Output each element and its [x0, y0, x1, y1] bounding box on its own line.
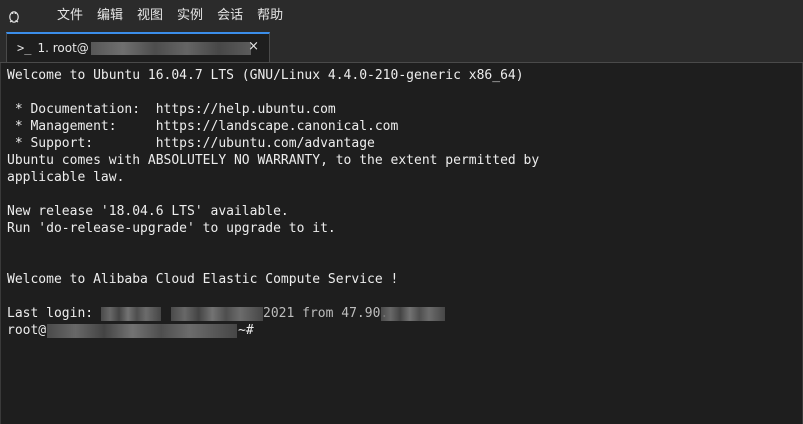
menu-session[interactable]: 会话 [210, 0, 250, 32]
close-icon[interactable]: × [248, 39, 259, 54]
menu-view[interactable]: 视图 [130, 0, 170, 32]
last-login-partial: 2021 from 47.90. [263, 306, 389, 321]
tux-icon[interactable] [0, 0, 28, 32]
redacted-ip [381, 307, 445, 321]
terminal-line: Welcome to Alibaba Cloud Elastic Compute… [7, 272, 399, 287]
terminal-line: * Documentation: https://help.ubuntu.com [7, 102, 336, 117]
menu-instance[interactable]: 实例 [170, 0, 210, 32]
redacted-date [101, 307, 161, 321]
menu-file[interactable]: 文件 [50, 0, 90, 32]
menu-items: 文件 编辑 视图 实例 会话 帮助 [50, 0, 290, 32]
terminal-line: applicable law. [7, 170, 125, 185]
terminal-line: New release '18.04.6 LTS' available. [7, 204, 289, 219]
menu-edit[interactable]: 编辑 [90, 0, 130, 32]
terminal-line: Welcome to Ubuntu 16.04.7 LTS (GNU/Linux… [7, 68, 524, 83]
redacted-host [90, 41, 251, 55]
menu-help[interactable]: 帮助 [250, 0, 290, 32]
terminal-line-last-login: Last login: [7, 306, 94, 321]
terminal-line: * Support: https://ubuntu.com/advantage [7, 136, 375, 151]
prompt-suffix: ~# [238, 323, 254, 338]
terminal-prompt-line: root@ [7, 323, 47, 338]
redacted-hostname [47, 324, 237, 338]
tab-strip: >_ 1. root@ × [0, 32, 803, 63]
terminal-line: Ubuntu comes with ABSOLUTELY NO WARRANTY… [7, 153, 540, 168]
terminal-line: * Management: https://landscape.canonica… [7, 119, 399, 134]
tab-title: 1. root@ [37, 41, 89, 55]
tab-session-1[interactable]: >_ 1. root@ × [6, 32, 270, 62]
redacted-date [171, 307, 263, 321]
terminal-output[interactable]: Welcome to Ubuntu 16.04.7 LTS (GNU/Linux… [0, 63, 803, 424]
menu-bar: 文件 编辑 视图 实例 会话 帮助 [0, 0, 803, 32]
terminal-prompt-icon: >_ [17, 41, 32, 55]
terminal-line: Run 'do-release-upgrade' to upgrade to i… [7, 221, 336, 236]
